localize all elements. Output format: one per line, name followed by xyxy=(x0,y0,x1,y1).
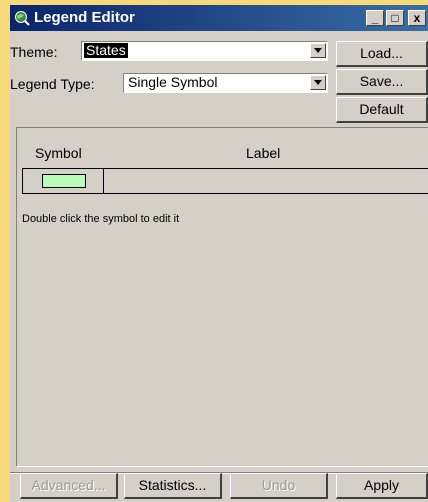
minimize-button[interactable]: _ xyxy=(366,10,384,26)
theme-label: Theme: xyxy=(10,44,58,60)
symbol-column-header: Symbol xyxy=(35,145,82,161)
globe-magnifier-icon xyxy=(15,11,30,26)
apply-button[interactable]: Apply xyxy=(336,473,428,499)
default-button[interactable]: Default xyxy=(336,97,428,123)
legend-type-select[interactable]: Single Symbol xyxy=(123,73,328,93)
window-title: Legend Editor xyxy=(34,9,135,26)
maximize-button[interactable]: □ xyxy=(386,10,404,26)
theme-select[interactable]: States xyxy=(81,41,328,61)
table-row xyxy=(22,168,428,194)
label-column-header: Label xyxy=(246,145,281,161)
chevron-down-icon[interactable] xyxy=(310,43,326,58)
symbol-swatch[interactable] xyxy=(42,174,86,188)
legend-type-select-value: Single Symbol xyxy=(128,74,218,90)
hint-text: Double click the symbol to edit it xyxy=(22,213,180,225)
load-button[interactable]: Load... xyxy=(336,41,428,67)
column-divider xyxy=(103,169,104,193)
chevron-down-icon[interactable] xyxy=(310,75,326,90)
theme-select-value: States xyxy=(84,42,128,58)
legend-editor-window: Legend Editor _ □ x Theme: States Legend… xyxy=(10,5,428,502)
undo-button[interactable]: Undo xyxy=(230,473,328,499)
statistics-button[interactable]: Statistics... xyxy=(124,473,222,499)
advanced-button[interactable]: Advanced... xyxy=(20,473,118,499)
save-button[interactable]: Save... xyxy=(336,69,428,95)
legend-type-label: Legend Type: xyxy=(10,76,95,92)
title-bar[interactable]: Legend Editor _ □ x xyxy=(10,5,428,31)
close-button[interactable]: x xyxy=(408,10,426,26)
